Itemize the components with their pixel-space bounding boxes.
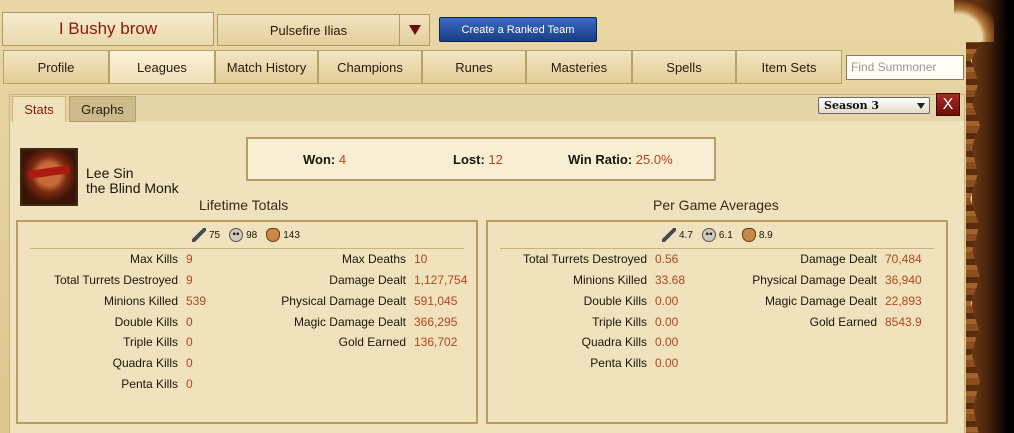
chevron-down-icon (917, 103, 925, 109)
subtab-graphs[interactable]: Graphs (69, 96, 136, 122)
skull-icon (701, 228, 716, 242)
stat-row: Penta Kills 0.00 (590, 356, 679, 370)
subtab-stats[interactable]: Stats (12, 96, 66, 122)
window-frame: I Bushy brow Pulsefire Ilias Create a Ra… (0, 0, 1014, 433)
hand-icon (741, 228, 756, 242)
page-curl-decoration (954, 0, 994, 42)
close-icon: X (942, 95, 954, 113)
averages-kda: 4.7 6.1 8.9 (662, 228, 773, 242)
champion-name: Lee Sin (86, 165, 134, 181)
tab-profile[interactable]: Profile (3, 50, 109, 84)
divider (30, 248, 464, 249)
champion-portrait (20, 148, 78, 206)
lifetime-kda: 75 98 143 (192, 228, 300, 242)
close-button[interactable]: X (936, 93, 960, 116)
champion-title: the Blind Monk (86, 180, 179, 196)
summoner-name-box: I Bushy brow (2, 12, 214, 46)
per-game-averages-title: Per Game Averages (653, 197, 779, 213)
skull-icon (229, 228, 244, 242)
stat-row: Gold Earned 136,702 (338, 335, 458, 349)
stat-row: Damage Dealt 70,484 (800, 252, 922, 266)
tab-match-history[interactable]: Match History (215, 50, 318, 84)
stat-row: Quadra Kills 0.00 (581, 335, 679, 349)
profile-select[interactable]: Pulsefire Ilias (217, 14, 430, 46)
sword-icon (662, 228, 676, 242)
tab-runes[interactable]: Runes (422, 50, 526, 84)
lost-stat: Lost: 12 (453, 152, 503, 167)
chevron-down-icon[interactable] (399, 15, 429, 45)
stat-row: Magic Damage Dealt 22,893 (764, 294, 922, 308)
win-loss-record: Won: 4 Lost: 12 Win Ratio: 25.0% (246, 137, 716, 181)
per-game-averages-box: 4.7 6.1 8.9 Total Turrets Destroyed 0.56… (486, 220, 948, 424)
season-select[interactable]: Season 3 (818, 97, 930, 114)
stat-row: Penta Kills 0 (121, 377, 193, 391)
stat-row: Gold Earned 8543.9 (809, 315, 922, 329)
profile-select-value: Pulsefire Ilias (269, 22, 348, 38)
tab-leagues[interactable]: Leagues (109, 50, 215, 84)
divider (500, 248, 934, 249)
lifetime-totals-title: Lifetime Totals (199, 197, 289, 213)
tab-masteries[interactable]: Masteries (526, 50, 632, 84)
won-stat: Won: 4 (303, 152, 347, 167)
lifetime-totals-box: 75 98 143 Max Kills 9 Total Turrets Dest… (16, 220, 478, 424)
nav-tabs: Profile Leagues Match History Champions … (3, 48, 965, 86)
stat-row: Physical Damage Dealt 36,940 (752, 273, 922, 287)
find-summoner-input[interactable]: Find Summoner (846, 55, 964, 80)
summoner-name: I Bushy brow (58, 19, 158, 38)
sword-icon (192, 228, 206, 242)
create-ranked-team-button[interactable]: Create a Ranked Team (439, 17, 597, 42)
stat-row: Damage Dealt 1,127,754 (329, 273, 468, 287)
torn-edge-decoration (972, 0, 1014, 433)
stat-row: Max Deaths 10 (341, 252, 428, 266)
tab-item-sets[interactable]: Item Sets (736, 50, 842, 84)
stat-row: Physical Damage Dealt 591,045 (281, 294, 458, 308)
stat-row: Magic Damage Dealt 366,295 (293, 315, 458, 329)
tab-champions[interactable]: Champions (318, 50, 422, 84)
hand-icon (266, 228, 281, 242)
season-select-value: Season 3 (824, 99, 880, 112)
win-ratio-stat: Win Ratio: 25.0% (568, 152, 673, 167)
tab-spells[interactable]: Spells (632, 50, 736, 84)
stat-row: Quadra Kills 0 (112, 356, 193, 370)
